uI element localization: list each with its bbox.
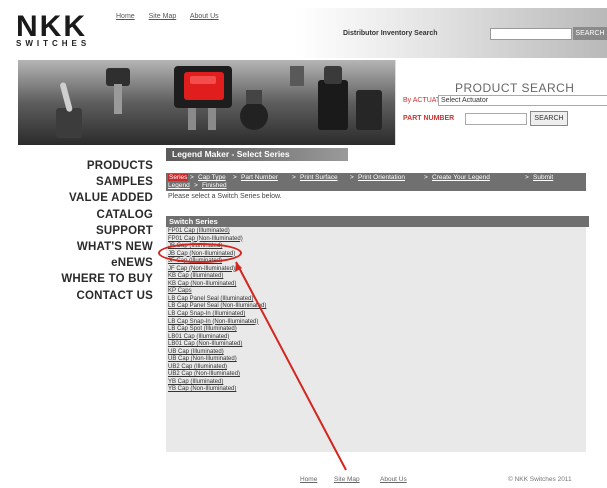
- copyright-text: © NKK Switches 2011: [508, 476, 572, 483]
- annotation-arrow-icon: [235, 261, 347, 471]
- footer-link-home[interactable]: Home: [300, 476, 317, 483]
- footer-link-about-us[interactable]: About Us: [380, 476, 407, 483]
- footer-link-site-map[interactable]: Site Map: [334, 476, 360, 483]
